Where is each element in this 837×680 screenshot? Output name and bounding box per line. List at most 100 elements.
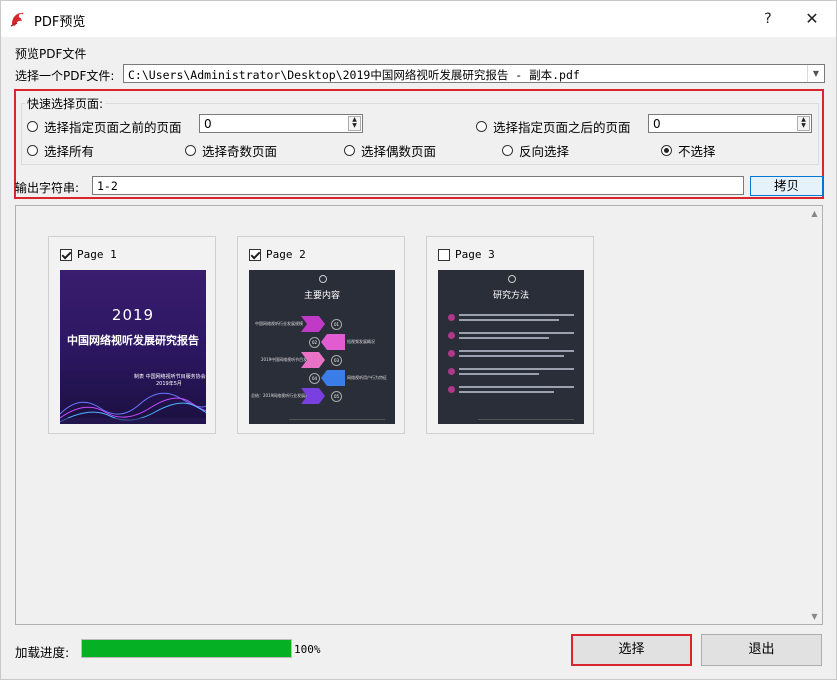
before-page-value: 0: [204, 117, 212, 131]
bullet-icon: [448, 386, 455, 393]
output-label: 输出字符串:: [15, 181, 80, 195]
help-button[interactable]: ?: [753, 5, 783, 33]
output-string-input[interactable]: 1-2: [92, 176, 744, 195]
page-card-2[interactable]: Page 2 主要内容 中国网络视听行业发展规模 01 02 短视频发展概况 2…: [237, 236, 405, 434]
radio-select-all[interactable]: 选择所有: [27, 141, 94, 160]
radio-invert-selection-label: 反向选择: [519, 144, 570, 159]
before-page-spinbox[interactable]: 0 ▲ ▼: [199, 114, 363, 133]
radio-circle-icon: [185, 145, 196, 156]
thumb-item: [448, 348, 574, 362]
radio-select-odd[interactable]: 选择奇数页面: [185, 141, 277, 160]
copy-button[interactable]: 拷贝: [750, 176, 823, 196]
radio-invert-selection[interactable]: 反向选择: [502, 141, 569, 160]
scroll-down-icon[interactable]: ▼: [807, 609, 822, 624]
after-page-spinbox[interactable]: 0 ▲ ▼: [648, 114, 812, 133]
radio-select-all-label: 选择所有: [44, 144, 95, 159]
thumb-row: 中国网络视听行业发展规模 01: [249, 316, 395, 332]
radio-select-none[interactable]: 不选择: [661, 141, 716, 160]
radio-before-page[interactable]: 选择指定页面之前的页面: [27, 117, 182, 136]
page-1-checkbox[interactable]: Page 1: [60, 248, 117, 261]
thumb-row-num: 01: [331, 319, 342, 330]
scroll-up-icon[interactable]: ▲: [807, 206, 822, 221]
radio-circle-icon: [502, 145, 513, 156]
pdf-preview-window: PDF预览 ? ✕ 预览PDF文件 选择一个PDF文件: C:\Users\Ad…: [0, 0, 837, 680]
thumb-row-num: 03: [331, 355, 342, 366]
thumb-row: 02 短视频发展概况: [249, 334, 395, 350]
page-3-checkbox[interactable]: Page 3: [438, 248, 495, 261]
thumb-row-num: 02: [309, 337, 320, 348]
bullet-icon: [448, 332, 455, 339]
thumb-row-num: 05: [331, 391, 342, 402]
spin-down-icon[interactable]: ▼: [349, 123, 360, 129]
arrow-shape-icon: [301, 352, 325, 368]
thumb-row-num: 04: [309, 373, 320, 384]
thumb-title: 主要内容: [303, 291, 340, 301]
radio-select-odd-label: 选择奇数页面: [202, 144, 278, 159]
thumb-title: 中国网络视听发展研究报告: [67, 334, 199, 347]
window-title: PDF预览: [34, 15, 86, 30]
radio-checked-icon: [661, 145, 672, 156]
thumb-row: 总结：2019网络视听行业发展趋势 05: [249, 388, 395, 404]
page-3-label: Page 3: [455, 248, 495, 261]
thumb-sub-line: 制表 中国网络视听节目服务协会: [134, 374, 206, 380]
thumb-row-text: 网络视听用户行为特征: [347, 375, 387, 380]
spin-arrows[interactable]: ▲ ▼: [348, 116, 361, 131]
file-label: 选择一个PDF文件:: [15, 69, 115, 83]
page-2-thumbnail: 主要内容 中国网络视听行业发展规模 01 02 短视频发展概况 2019中国网络…: [249, 270, 395, 424]
radio-select-even[interactable]: 选择偶数页面: [344, 141, 436, 160]
thumb-row-text: 短视频发展概况: [347, 339, 375, 344]
radio-circle-icon: [344, 145, 355, 156]
radio-circle-icon: [476, 121, 487, 132]
page-2-label: Page 2: [266, 248, 306, 261]
checkbox-unchecked-icon: [438, 248, 450, 261]
bullet-icon: [448, 368, 455, 375]
preview-label: 预览PDF文件: [15, 47, 87, 61]
wave-decoration: [60, 392, 206, 424]
progress-fill: [82, 640, 291, 657]
radio-after-page[interactable]: 选择指定页面之后的页面: [476, 117, 631, 136]
file-path-value: C:\Users\Administrator\Desktop\2019中国网络视…: [128, 68, 580, 82]
thumb-item: [448, 384, 574, 398]
page-2-checkbox[interactable]: Page 2: [249, 248, 306, 261]
spin-down-icon[interactable]: ▼: [798, 123, 809, 129]
bullet-icon: [448, 350, 455, 357]
page-3-thumbnail: 研究方法: [438, 270, 584, 424]
progress-percent: 100%: [294, 643, 321, 656]
thumb-item: [448, 366, 574, 380]
arrow-shape-icon: [301, 316, 325, 332]
file-path-combobox[interactable]: C:\Users\Administrator\Desktop\2019中国网络视…: [123, 64, 825, 83]
thumb-item: [448, 330, 574, 344]
page-1-label: Page 1: [77, 248, 117, 261]
output-string-value: 1-2: [97, 179, 118, 193]
thumb-row: 2019中国网络视听节目发展 03: [249, 352, 395, 368]
exit-button[interactable]: 退出: [701, 634, 822, 666]
thumb-footer-line: [289, 419, 385, 420]
after-page-value: 0: [653, 117, 661, 131]
thumb-item: [448, 312, 574, 326]
page-card-1[interactable]: Page 1 2019 中国网络视听发展研究报告 制表 中国网络视听节目服务协会…: [48, 236, 216, 434]
arrow-shape-icon: [321, 334, 345, 350]
select-button[interactable]: 选择: [571, 634, 692, 666]
pages-panel: ▲ ▼ Page 1 2019 中国网络视听发展研究报告 制表 中国网络视听节目…: [15, 205, 823, 625]
vertical-scrollbar[interactable]: ▲ ▼: [807, 206, 822, 624]
loading-progress-bar: [81, 639, 292, 658]
radio-circle-icon: [27, 145, 38, 156]
page-card-3[interactable]: Page 3 研究方法: [426, 236, 594, 434]
thumb-footer-line: [478, 419, 574, 420]
page-1-thumbnail: 2019 中国网络视听发展研究报告 制表 中国网络视听节目服务协会 2019年5…: [60, 270, 206, 424]
arrow-shape-icon: [301, 388, 325, 404]
bullet-icon: [448, 314, 455, 321]
thumb-row-text: 中国网络视听行业发展规模: [255, 321, 303, 326]
close-button[interactable]: ✕: [797, 5, 827, 33]
pdf-app-icon: [10, 12, 24, 27]
progress-label: 加载进度:: [15, 645, 70, 660]
checkbox-checked-icon: [60, 248, 72, 261]
ring-icon: [508, 275, 516, 283]
radio-after-page-label: 选择指定页面之后的页面: [493, 120, 631, 135]
thumb-row: 04 网络视听用户行为特征: [249, 370, 395, 386]
spin-arrows[interactable]: ▲ ▼: [797, 116, 810, 131]
radio-before-page-label: 选择指定页面之前的页面: [44, 120, 182, 135]
thumb-year: 2019: [111, 306, 155, 324]
chevron-down-icon[interactable]: ▼: [807, 65, 824, 82]
title-bar: PDF预览 ? ✕: [1, 1, 836, 37]
